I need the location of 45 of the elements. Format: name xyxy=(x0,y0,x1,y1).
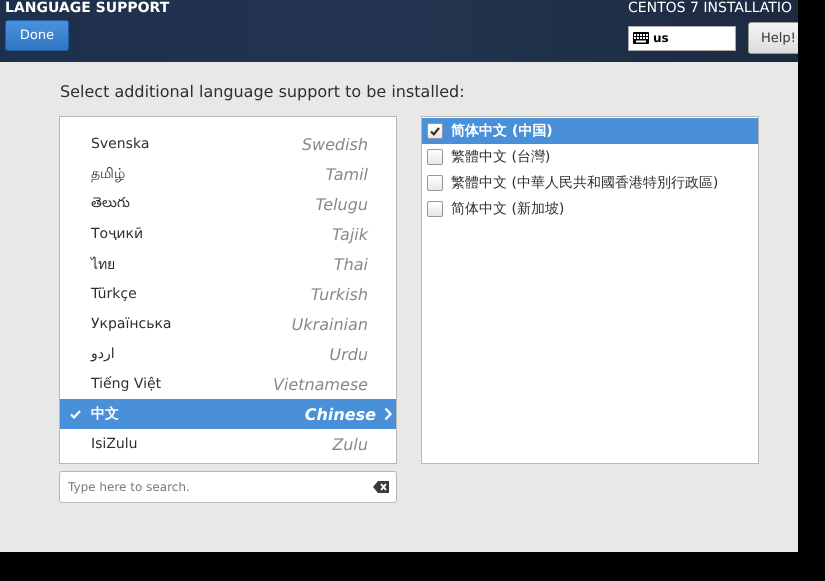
language-item[interactable]: Українська Ukrainian xyxy=(60,309,396,339)
help-button[interactable]: Help! xyxy=(748,22,798,54)
keyboard-layout-field[interactable]: us xyxy=(628,26,736,50)
native-name: اردو xyxy=(91,346,116,362)
locale-label: 繁體中文 (中華人民共和國香港特別行政區) xyxy=(451,174,718,192)
done-button[interactable]: Done xyxy=(5,20,69,51)
language-item[interactable]: Tiếng Việt Vietnamese xyxy=(60,369,396,399)
english-name: Telugu xyxy=(315,194,368,214)
english-name: Ukrainian xyxy=(292,314,368,334)
english-name: Thai xyxy=(334,254,368,274)
language-item[interactable]: Тоҷикӣ Tajik xyxy=(60,219,396,249)
native-name: Türkçe xyxy=(91,286,138,302)
native-name: 中文 xyxy=(91,405,120,423)
product-title: CENTOS 7 INSTALLATIO xyxy=(628,0,792,16)
english-name: Tamil xyxy=(326,164,368,184)
native-name: Svenska xyxy=(91,136,150,152)
locale-label: 简体中文 (新加坡) xyxy=(451,200,564,218)
locale-item[interactable]: 简体中文 (新加坡) xyxy=(422,196,758,222)
native-name: Tiếng Việt xyxy=(91,376,162,392)
locale-label: 简体中文 (中国) xyxy=(451,122,553,140)
native-name: Тоҷикӣ xyxy=(91,226,144,242)
screen-title: LANGUAGE SUPPORT xyxy=(5,0,170,16)
locale-item[interactable]: 繁體中文 (台灣) xyxy=(422,144,758,170)
english-name: Tajik xyxy=(332,224,368,244)
instruction-text: Select additional language support to be installed: xyxy=(60,82,466,102)
language-item[interactable]: Türkçe Turkish xyxy=(60,279,396,309)
english-name: Zulu xyxy=(332,434,368,454)
english-name: Turkish xyxy=(310,284,368,304)
english-name: Vietnamese xyxy=(272,374,368,394)
english-name: Swedish xyxy=(302,134,368,154)
native-name: ไทย xyxy=(91,256,116,275)
language-item[interactable]: ไทย Thai xyxy=(60,249,396,279)
native-name: Українська xyxy=(91,316,172,332)
language-item[interactable]: Svenska Swedish xyxy=(60,129,396,159)
english-name: Urdu xyxy=(329,344,368,364)
language-item[interactable]: தமிழ் Tamil xyxy=(60,159,396,189)
native-name: தமிழ் xyxy=(91,166,126,182)
language-item[interactable]: IsiZulu Zulu xyxy=(60,429,396,459)
search-field[interactable]: Type here to search. xyxy=(59,471,397,503)
english-name: Chinese xyxy=(304,404,376,424)
language-item[interactable]: తెలుగు Telugu xyxy=(60,189,396,219)
locale-item[interactable]: 繁體中文 (中華人民共和國香港特別行政區) xyxy=(422,170,758,196)
native-name: IsiZulu xyxy=(91,436,139,452)
locale-label: 繁體中文 (台灣) xyxy=(451,148,550,166)
native-name: తెలుగు xyxy=(91,194,131,212)
